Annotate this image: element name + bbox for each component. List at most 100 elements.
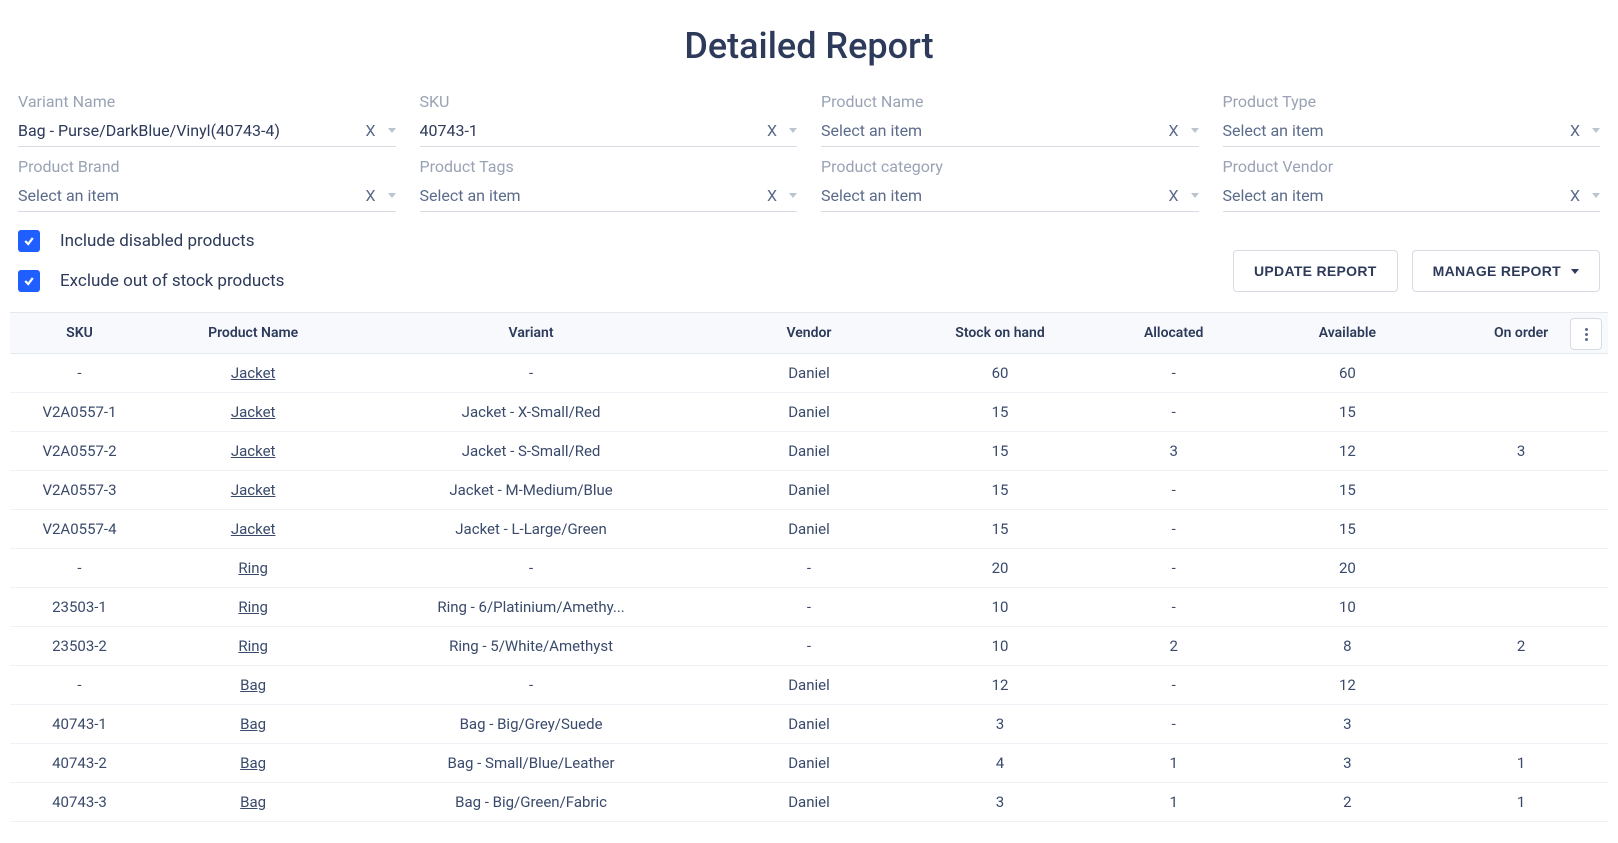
cell-available: 8	[1261, 627, 1435, 666]
product-brand-select[interactable]: Select an item X	[18, 182, 396, 212]
cell-variant: Jacket - S-Small/Red	[357, 432, 704, 471]
cell-stock: 3	[913, 705, 1087, 744]
col-variant[interactable]: Variant	[357, 313, 704, 354]
chevron-down-icon[interactable]	[1191, 128, 1199, 133]
cell-variant: Bag - Big/Green/Fabric	[357, 783, 704, 822]
cell-allocated: 3	[1087, 432, 1261, 471]
table-row: V2A0557-4JacketJacket - L-Large/GreenDan…	[10, 510, 1608, 549]
product-link[interactable]: Jacket	[231, 403, 276, 421]
cell-vendor: Daniel	[705, 666, 913, 705]
cell-stock: 15	[913, 510, 1087, 549]
clear-icon[interactable]: X	[761, 121, 783, 140]
product-link[interactable]: Jacket	[231, 364, 276, 382]
chevron-down-icon[interactable]	[1592, 128, 1600, 133]
product-link[interactable]: Bag	[240, 676, 266, 694]
cell-available: 15	[1261, 510, 1435, 549]
col-product[interactable]: Product Name	[149, 313, 357, 354]
clear-icon[interactable]: X	[761, 186, 783, 205]
cell-onorder	[1434, 549, 1608, 588]
manage-report-button[interactable]: MANAGE REPORT	[1412, 250, 1600, 292]
product-link[interactable]: Ring	[238, 637, 268, 655]
exclude-out-of-stock-checkbox[interactable]: Exclude out of stock products	[18, 270, 284, 292]
product-link[interactable]: Jacket	[231, 442, 276, 460]
button-label: MANAGE REPORT	[1433, 263, 1561, 279]
filter-label: Product category	[821, 157, 1199, 176]
options-row: Include disabled products Exclude out of…	[10, 230, 1608, 292]
cell-product: Jacket	[149, 471, 357, 510]
cell-stock: 60	[913, 354, 1087, 393]
product-category-select[interactable]: Select an item X	[821, 182, 1199, 212]
clear-icon[interactable]: X	[359, 121, 381, 140]
product-link[interactable]: Jacket	[231, 481, 276, 499]
report-table: SKU Product Name Variant Vendor Stock on…	[10, 312, 1608, 822]
include-disabled-checkbox[interactable]: Include disabled products	[18, 230, 284, 252]
col-sku[interactable]: SKU	[10, 313, 149, 354]
chevron-down-icon[interactable]	[388, 128, 396, 133]
cell-onorder: 1	[1434, 744, 1608, 783]
product-link[interactable]: Ring	[238, 559, 268, 577]
chevron-down-icon[interactable]	[789, 193, 797, 198]
cell-onorder: 1	[1434, 783, 1608, 822]
cell-product: Jacket	[149, 510, 357, 549]
chevron-down-icon[interactable]	[1191, 193, 1199, 198]
product-tags-select[interactable]: Select an item X	[420, 182, 798, 212]
cell-vendor: Daniel	[705, 510, 913, 549]
product-link[interactable]: Jacket	[231, 520, 276, 538]
col-allocated[interactable]: Allocated	[1087, 313, 1261, 354]
clear-icon[interactable]: X	[359, 186, 381, 205]
cell-onorder: 2	[1434, 627, 1608, 666]
cell-allocated: -	[1087, 510, 1261, 549]
table-row: V2A0557-3JacketJacket - M-Medium/BlueDan…	[10, 471, 1608, 510]
cell-allocated: -	[1087, 471, 1261, 510]
product-name-select[interactable]: Select an item X	[821, 117, 1199, 147]
clear-icon[interactable]: X	[1564, 121, 1586, 140]
clear-icon[interactable]: X	[1162, 186, 1184, 205]
cell-vendor: -	[705, 588, 913, 627]
variant-name-select[interactable]: Bag - Purse/DarkBlue/Vinyl(40743-4) X	[18, 117, 396, 147]
filter-label: Variant Name	[18, 92, 396, 111]
cell-variant: Ring - 5/White/Amethyst	[357, 627, 704, 666]
checkbox-box	[18, 230, 40, 252]
cell-sku: -	[10, 666, 149, 705]
dots-icon	[1585, 333, 1588, 336]
product-link[interactable]: Bag	[240, 754, 266, 772]
select-placeholder: Select an item	[821, 186, 1162, 205]
cell-available: 15	[1261, 393, 1435, 432]
chevron-down-icon[interactable]	[789, 128, 797, 133]
sku-select[interactable]: 40743-1 X	[420, 117, 798, 147]
cell-vendor: -	[705, 627, 913, 666]
col-available[interactable]: Available	[1261, 313, 1435, 354]
cell-variant: Jacket - M-Medium/Blue	[357, 471, 704, 510]
col-stock[interactable]: Stock on hand	[913, 313, 1087, 354]
cell-sku: 23503-2	[10, 627, 149, 666]
filter-label: Product Vendor	[1223, 157, 1601, 176]
product-type-select[interactable]: Select an item X	[1223, 117, 1601, 147]
column-settings-button[interactable]	[1570, 318, 1602, 350]
cell-product: Ring	[149, 549, 357, 588]
select-placeholder: Select an item	[1223, 186, 1564, 205]
cell-available: 10	[1261, 588, 1435, 627]
product-link[interactable]: Ring	[238, 598, 268, 616]
cell-vendor: Daniel	[705, 393, 913, 432]
cell-variant: -	[357, 549, 704, 588]
filter-label: Product Type	[1223, 92, 1601, 111]
cell-product: Jacket	[149, 432, 357, 471]
product-link[interactable]: Bag	[240, 715, 266, 733]
update-report-button[interactable]: UPDATE REPORT	[1233, 250, 1398, 292]
cell-product: Jacket	[149, 393, 357, 432]
clear-icon[interactable]: X	[1564, 186, 1586, 205]
cell-allocated: -	[1087, 354, 1261, 393]
action-buttons: UPDATE REPORT MANAGE REPORT	[1233, 250, 1600, 292]
select-value: 40743-1	[420, 121, 761, 140]
chevron-down-icon[interactable]	[388, 193, 396, 198]
cell-available: 2	[1261, 783, 1435, 822]
cell-sku: 40743-1	[10, 705, 149, 744]
product-link[interactable]: Bag	[240, 793, 266, 811]
cell-sku: 40743-2	[10, 744, 149, 783]
clear-icon[interactable]: X	[1162, 121, 1184, 140]
cell-sku: -	[10, 354, 149, 393]
product-vendor-select[interactable]: Select an item X	[1223, 182, 1601, 212]
cell-variant: Bag - Big/Grey/Suede	[357, 705, 704, 744]
chevron-down-icon[interactable]	[1592, 193, 1600, 198]
col-vendor[interactable]: Vendor	[705, 313, 913, 354]
